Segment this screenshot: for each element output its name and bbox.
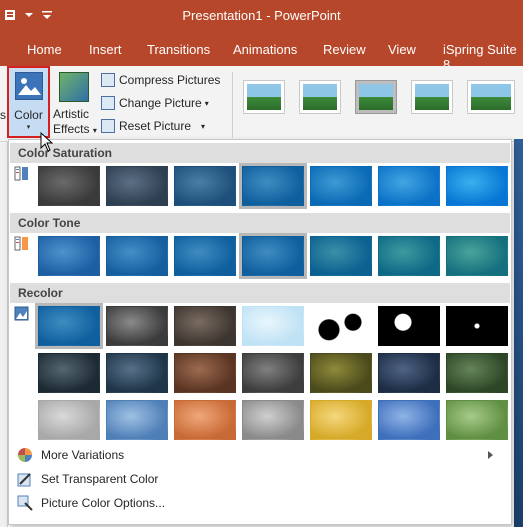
submenu-arrow-icon (488, 451, 493, 459)
recolor-swatch[interactable] (446, 353, 508, 393)
recolor-swatch[interactable] (378, 353, 440, 393)
color-tone-header: Color Tone (10, 213, 510, 233)
tone-swatch[interactable] (239, 233, 307, 279)
tone-swatch[interactable] (106, 236, 168, 276)
artistic-effects-icon (59, 72, 89, 102)
saturation-swatch[interactable] (239, 163, 307, 209)
recolor-swatch[interactable] (310, 400, 372, 440)
color-label: Color (14, 108, 43, 122)
picture-style-2[interactable] (299, 80, 341, 114)
set-transparent-label: Set Transparent Color (41, 472, 159, 486)
recolor-swatch[interactable] (38, 400, 100, 440)
saturation-swatch[interactable] (446, 166, 508, 206)
tab-home[interactable]: Home (27, 42, 62, 57)
saturation-section-icon (14, 166, 28, 181)
recolor-header: Recolor (10, 283, 510, 303)
tone-swatch[interactable] (310, 236, 372, 276)
recolor-swatch[interactable] (242, 306, 304, 346)
tone-section-icon (14, 236, 28, 251)
set-transparent-color-item[interactable]: Set Transparent Color (41, 472, 158, 486)
color-button[interactable]: Color ▾ (7, 66, 50, 138)
change-picture-button[interactable]: Change Picture ▾ (101, 94, 209, 112)
tab-view[interactable]: View (388, 42, 416, 57)
recolor-swatch[interactable] (378, 400, 440, 440)
slide-panel-edge (0, 142, 8, 527)
recolor-swatch[interactable] (38, 353, 100, 393)
saturation-swatch[interactable] (106, 166, 168, 206)
recolor-swatch[interactable] (446, 400, 508, 440)
recolor-swatch[interactable] (106, 306, 168, 346)
compress-icon (101, 73, 115, 87)
mouse-cursor-icon (40, 132, 54, 152)
recolor-swatch[interactable] (242, 400, 304, 440)
reset-picture-icon (101, 119, 115, 133)
slide-background (514, 139, 523, 527)
color-wheel-icon (18, 448, 32, 462)
chevron-down-icon: ▾ (201, 121, 206, 131)
ribbon-tabs: Home Insert Transitions Animations Revie… (0, 32, 523, 72)
recolor-swatch[interactable] (242, 353, 304, 393)
tab-transitions[interactable]: Transitions (147, 42, 210, 57)
picture-style-4[interactable] (411, 80, 453, 114)
chevron-down-icon: ▾ (26, 124, 31, 131)
transparent-color-icon (17, 473, 31, 487)
saturation-swatch[interactable] (310, 166, 372, 206)
artistic-label-line1: Artistic (53, 107, 89, 121)
more-variations-label: More Variations (41, 448, 125, 462)
picture-style-3[interactable] (355, 80, 397, 114)
picture-color-options-label: Picture Color Options... (41, 496, 166, 510)
saturation-swatch[interactable] (174, 166, 236, 206)
picture-color-options-icon (17, 495, 33, 511)
compress-pictures-button[interactable]: Compress Pictures (101, 71, 220, 89)
recolor-swatch[interactable] (446, 306, 508, 346)
tone-swatch[interactable] (446, 236, 508, 276)
saturation-swatch[interactable] (38, 166, 100, 206)
tone-swatch[interactable] (174, 236, 236, 276)
chevron-down-icon: ▾ (204, 98, 209, 108)
tab-review[interactable]: Review (323, 42, 366, 57)
change-picture-label: Change Picture (119, 96, 202, 110)
picture-style-1[interactable] (243, 80, 285, 114)
recolor-swatch[interactable] (106, 353, 168, 393)
recolor-swatch[interactable] (378, 306, 440, 346)
compress-label: Compress Pictures (119, 73, 221, 87)
recolor-section-icon (14, 306, 29, 321)
tone-swatch[interactable] (38, 236, 100, 276)
tab-animations[interactable]: Animations (233, 42, 297, 57)
recolor-swatch[interactable] (174, 400, 236, 440)
recolor-swatch[interactable] (106, 400, 168, 440)
artistic-effects-button[interactable]: Artistic Effects ▾ (53, 70, 97, 140)
title-bar: Presentation1 - PowerPoint (0, 0, 523, 32)
color-dropdown-menu: Color Saturation Color Tone Recolor More… (8, 139, 512, 525)
color-picture-icon (15, 72, 43, 100)
picture-style-5[interactable] (467, 80, 515, 114)
reset-picture-label: Reset Picture (119, 119, 192, 133)
more-variations-item[interactable]: More Variations (41, 448, 124, 462)
mountain-icon (16, 73, 42, 99)
artistic-label-line2: Effects ▾ (53, 122, 97, 136)
cut-label: s (0, 108, 6, 122)
tone-swatch[interactable] (378, 236, 440, 276)
reset-picture-button[interactable]: Reset Picture ▾ (101, 117, 205, 135)
recolor-swatch[interactable] (310, 306, 372, 346)
color-saturation-header: Color Saturation (10, 143, 510, 163)
recolor-swatch[interactable] (35, 303, 103, 349)
ribbon-separator (232, 72, 233, 138)
saturation-swatch[interactable] (378, 166, 440, 206)
change-picture-icon (101, 96, 115, 110)
recolor-swatch[interactable] (310, 353, 372, 393)
window-title: Presentation1 - PowerPoint (182, 8, 341, 23)
recolor-swatch[interactable] (174, 353, 236, 393)
recolor-swatch[interactable] (174, 306, 236, 346)
picture-color-options-item[interactable]: Picture Color Options... (41, 496, 165, 510)
tab-insert[interactable]: Insert (89, 42, 122, 57)
